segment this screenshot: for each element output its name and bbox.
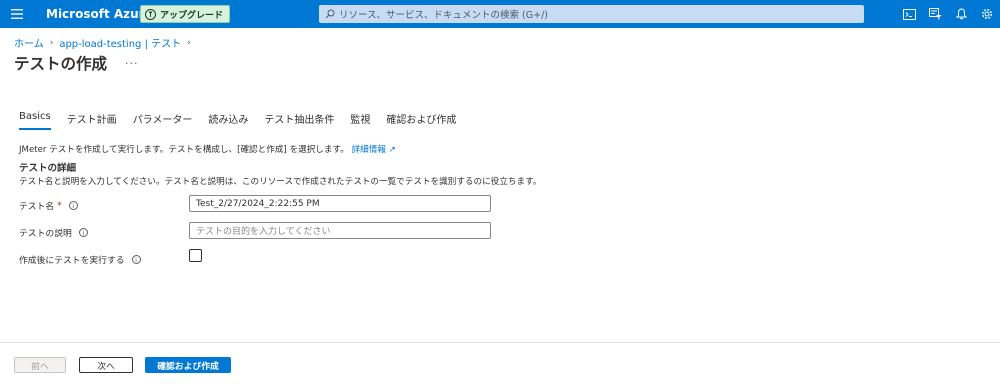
arrow-up-icon: ↑ [145,8,156,20]
test-description-label-text: テストの説明 [19,229,72,239]
wizard-tabs: Basics テスト計画 パラメーター 読み込み テスト抽出条件 監視 確認およ… [19,111,472,130]
breadcrumb-home[interactable]: ホーム [14,35,44,50]
run-after-create-label-text: 作成後にテストを実行する [19,256,125,266]
previous-button[interactable]: 前へ [14,357,66,373]
tab-test-criteria[interactable]: テスト抽出条件 [264,111,334,130]
run-after-create-checkbox[interactable] [189,249,202,262]
external-link-icon: ↗ [388,145,396,155]
learn-more-link[interactable]: 詳細情報 ↗ [352,145,396,155]
tab-parameters[interactable]: パラメーター [133,111,193,130]
title-row: テストの作成 ··· [14,52,139,74]
breadcrumb-resource[interactable]: app-load-testing | テスト [59,35,181,50]
tab-test-plan[interactable]: テスト計画 [67,111,117,130]
chevron-right-icon: › [187,37,191,48]
tab-load[interactable]: 読み込み [208,111,248,130]
test-description-input[interactable]: テストの目的を入力してください [189,222,491,239]
upgrade-label: アップグレード [160,10,224,21]
chevron-right-icon: › [49,37,54,48]
notifications-icon[interactable] [948,0,974,28]
more-options-icon[interactable]: ··· [125,57,139,70]
required-marker: * [57,200,62,211]
test-name-label: テスト名 * i [19,199,78,212]
directory-filter-icon[interactable] [922,0,948,28]
review-create-button[interactable]: 確認および作成 [145,357,231,373]
menu-icon[interactable] [0,0,34,28]
info-icon[interactable]: i [68,201,78,210]
breadcrumb: ホーム › app-load-testing | テスト › [14,35,197,51]
test-name-input[interactable]: Test_2/27/2024_2:22:55 PM [189,195,491,212]
search-input[interactable]: リソース、サービス、ドキュメントの検索 (G+/) [319,5,864,23]
page-title: テストの作成 [14,55,108,73]
info-icon[interactable]: i [131,255,141,264]
info-icon[interactable]: i [78,228,88,237]
run-after-create-label: 作成後にテストを実行する i [19,253,141,266]
section-description: テスト名と説明を入力してください。テスト名と説明は、このリソースで作成されたテス… [19,177,542,187]
test-name-label-text: テスト名 [19,202,55,212]
section-title: テストの詳細 [19,163,77,174]
search-placeholder: リソース、サービス、ドキュメントの検索 (G+/) [339,10,548,21]
test-description-placeholder: テストの目的を入力してください [196,227,331,237]
test-description-label: テストの説明 i [19,226,88,239]
tab-basics[interactable]: Basics [19,111,51,130]
intro-description: JMeter テストを作成して実行します。テストを構成し、[確認と作成] を選択… [19,145,349,155]
footer-divider [0,342,1000,343]
test-name-value: Test_2/27/2024_2:22:55 PM [196,198,320,209]
cloud-shell-icon[interactable] [896,0,922,28]
settings-icon[interactable] [974,0,1000,28]
learn-more-label: 詳細情報 [351,145,386,155]
tab-review-create[interactable]: 確認および作成 [386,111,456,130]
brand-title[interactable]: Microsoft Azure [46,7,153,21]
intro-text: JMeter テストを作成して実行します。テストを構成し、[確認と作成] を選択… [19,143,396,155]
next-button[interactable]: 次へ [79,357,133,373]
upgrade-button[interactable]: ↑ アップグレード [140,5,231,23]
tab-monitoring[interactable]: 監視 [350,111,370,130]
search-icon [325,9,335,19]
top-right-icons [896,0,1000,28]
